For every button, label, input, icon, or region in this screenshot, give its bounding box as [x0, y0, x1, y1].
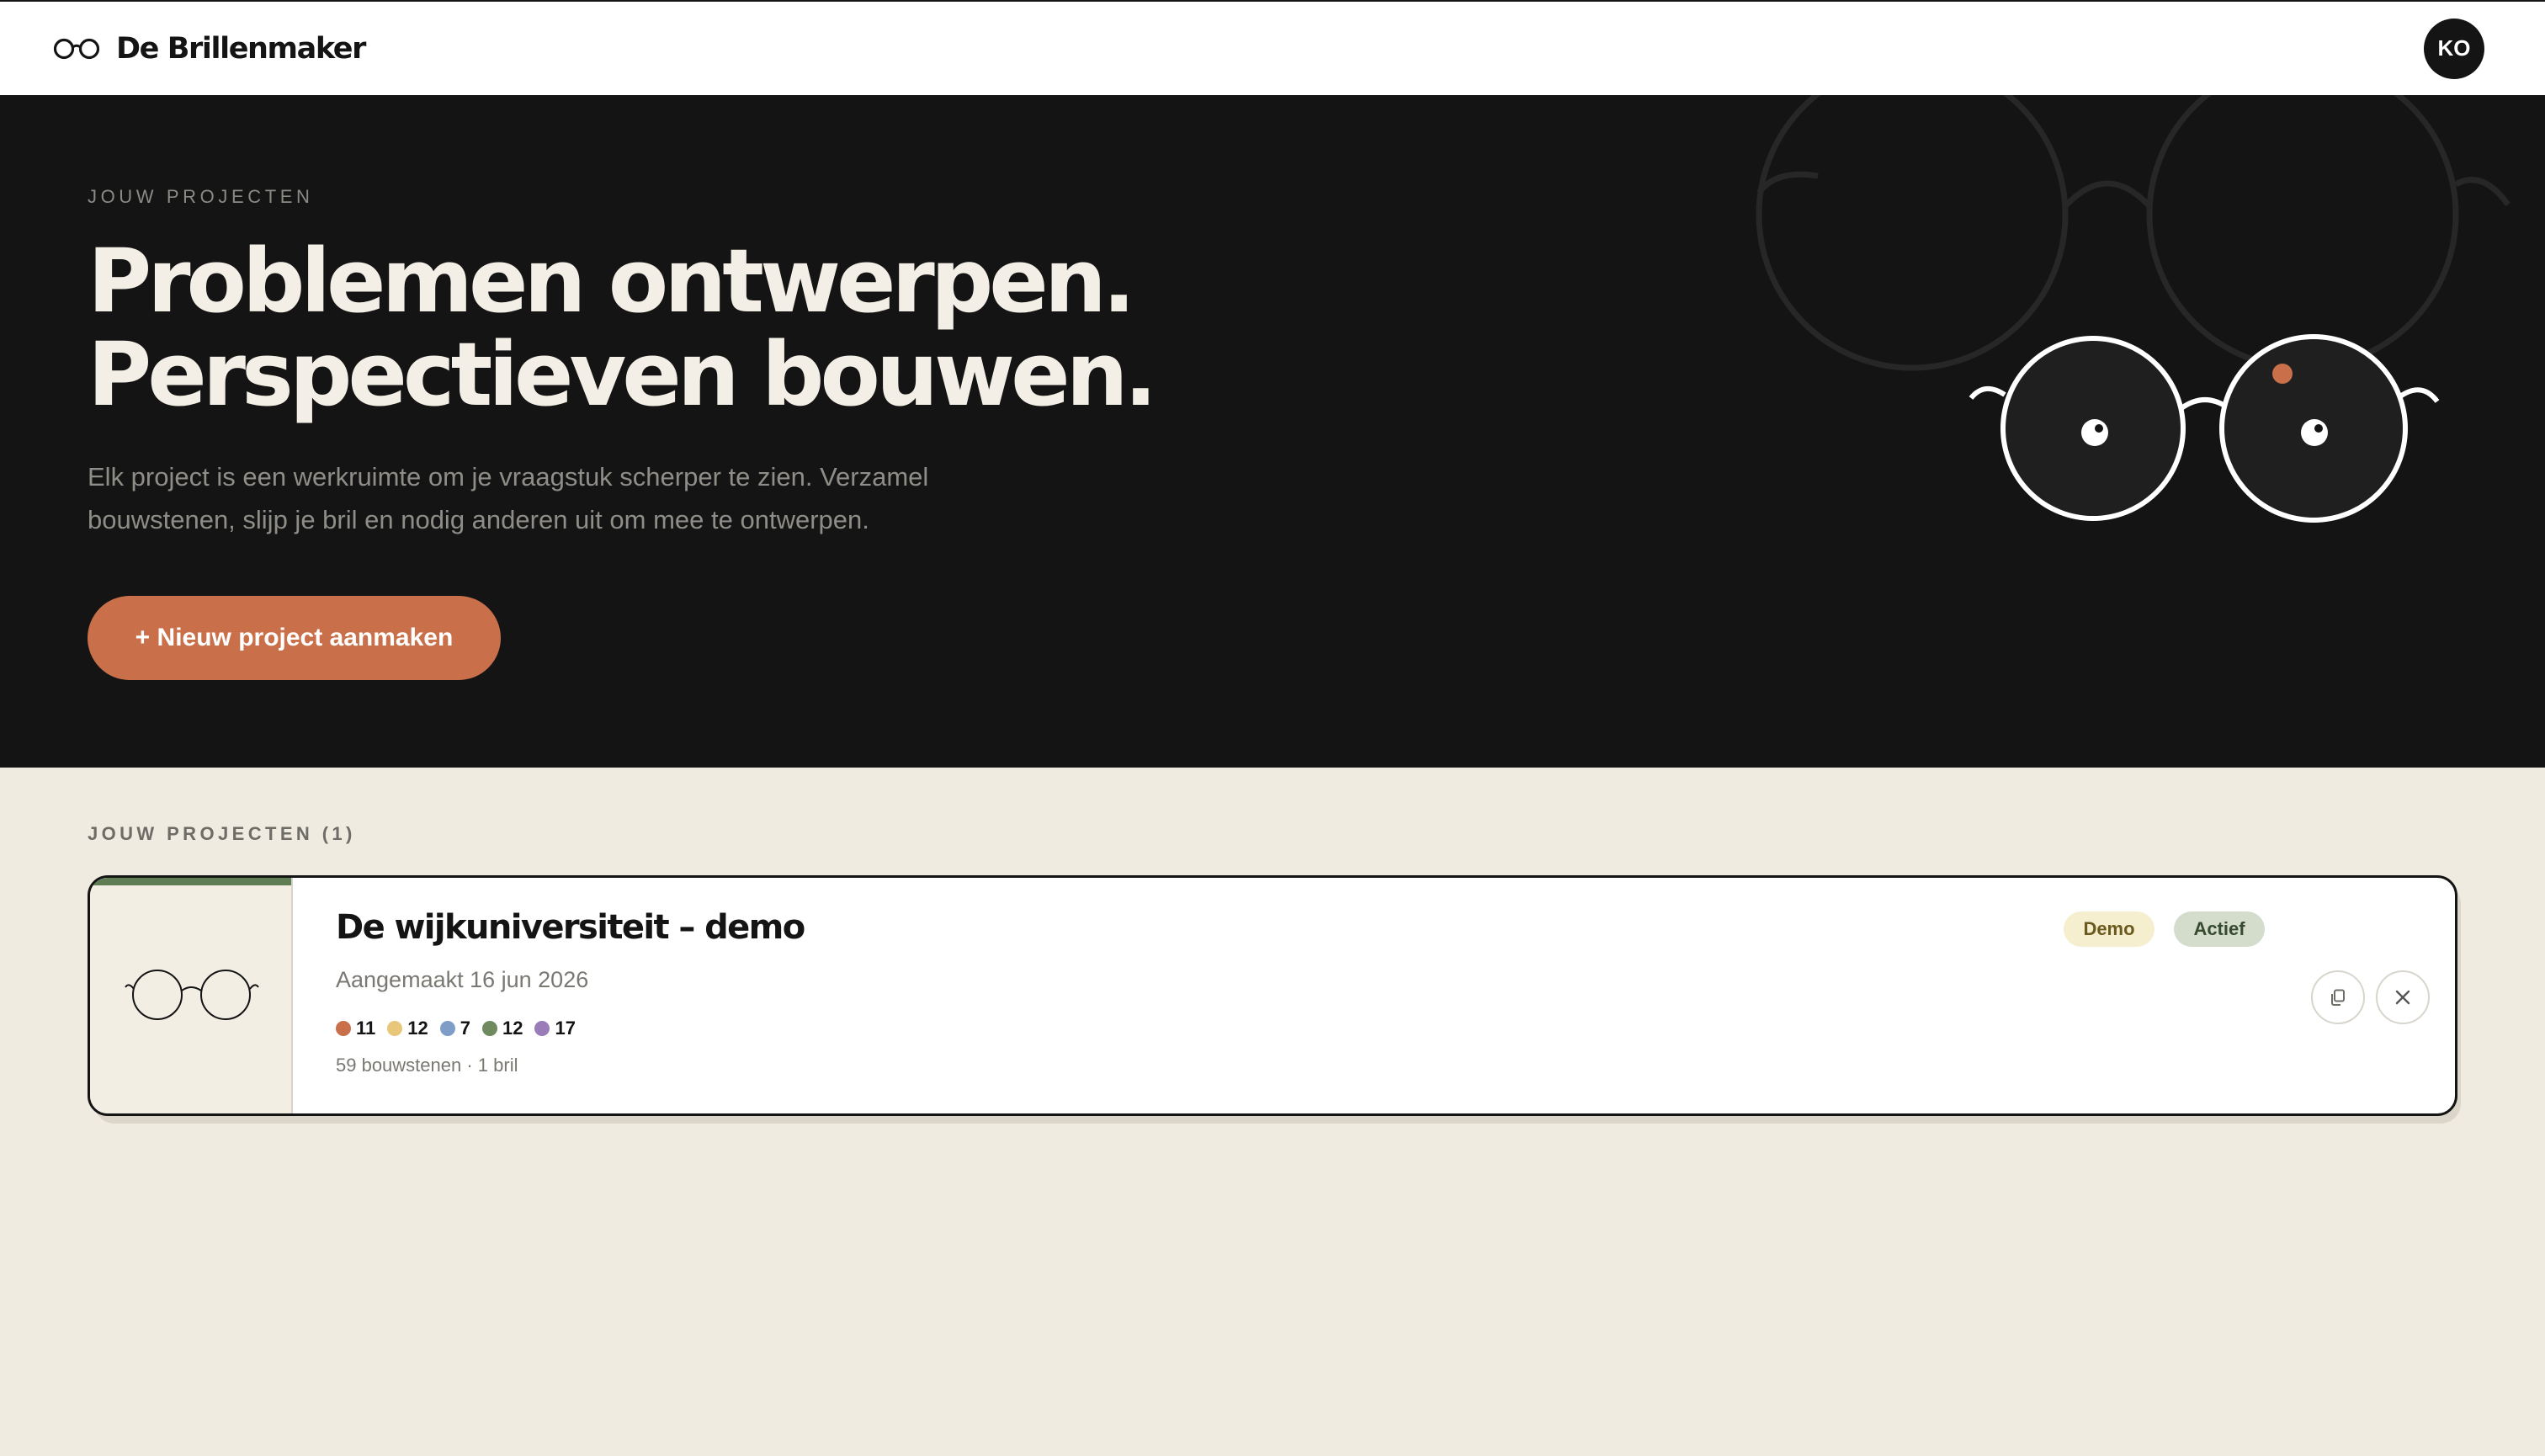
count-item: 7	[439, 1018, 470, 1039]
status-badge: Actief	[2174, 911, 2265, 947]
project-title[interactable]: De wijkuniversiteit – demo	[336, 908, 805, 947]
hero-title: Problemen ontwerpen. Perspectieven bouwe…	[88, 230, 1157, 426]
project-created-date: Aangemaakt 16 jun 2026	[336, 967, 589, 992]
project-accent-bar	[90, 878, 291, 885]
count-value: 12	[502, 1018, 523, 1039]
demo-badge: Demo	[2064, 911, 2154, 947]
close-icon	[2395, 990, 2410, 1005]
count-item: 12	[387, 1018, 428, 1039]
projects-section-label: JOUW PROJECTEN (1)	[88, 823, 356, 844]
glasses-icon	[125, 970, 259, 1020]
category-dot	[534, 1021, 550, 1036]
count-value: 11	[356, 1018, 376, 1039]
count-value: 12	[407, 1018, 428, 1039]
building-block-counts: 11 12 7 12 17	[336, 1018, 576, 1039]
count-item: 17	[534, 1018, 576, 1039]
project-meta: 59 bouwstenen · 1 bril	[336, 1055, 518, 1076]
glasses-icon	[53, 38, 100, 59]
hero-eyebrow: JOUW PROJECTEN	[88, 186, 314, 207]
glasses-mascot-icon	[1969, 334, 2440, 523]
new-project-button[interactable]: + Nieuw project aanmaken	[88, 596, 501, 680]
hero-title-line-1: Problemen ontwerpen.	[88, 230, 1135, 332]
hero-section: JOUW PROJECTEN Problemen ontwerpen. Pers…	[0, 95, 2545, 768]
hero-title-line-2: Perspectieven bouwen.	[88, 323, 1157, 426]
category-dot	[482, 1021, 497, 1036]
project-card[interactable]: De wijkuniversiteit – demo Aangemaakt 16…	[88, 875, 2457, 1116]
brand-name: De Brillenmaker	[116, 31, 366, 66]
user-avatar[interactable]: KO	[2424, 18, 2484, 79]
hero-description: Elk project is een werkruimte om je vraa…	[88, 462, 929, 534]
copy-icon	[2331, 989, 2345, 1006]
project-thumbnail	[90, 878, 293, 1113]
category-dot	[439, 1021, 455, 1036]
count-value: 7	[460, 1018, 470, 1039]
category-dot	[336, 1021, 351, 1036]
brand[interactable]: De Brillenmaker	[52, 31, 366, 66]
delete-project-button[interactable]	[2376, 970, 2430, 1024]
category-dot	[387, 1021, 403, 1036]
duplicate-project-button[interactable]	[2311, 970, 2365, 1024]
count-item: 12	[482, 1018, 523, 1039]
count-item: 11	[336, 1018, 375, 1039]
count-value: 17	[555, 1018, 576, 1039]
top-bar: De Brillenmaker KO	[0, 0, 2545, 95]
